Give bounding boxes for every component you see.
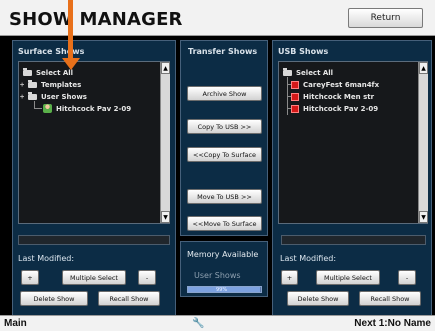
usb-info-bar bbox=[281, 235, 426, 245]
surface-info-bar bbox=[18, 235, 170, 245]
scroll-up-arrow-icon[interactable]: ▲ bbox=[161, 62, 170, 74]
user-show-icon bbox=[43, 104, 52, 113]
surface-recall-show-button[interactable]: Recall Show bbox=[98, 291, 160, 306]
usb-last-modified-label: Last Modified: bbox=[280, 254, 337, 263]
surface-remove-button[interactable]: - bbox=[138, 270, 156, 285]
scroll-down-arrow-icon[interactable]: ▼ bbox=[161, 211, 170, 223]
red-show-icon bbox=[291, 92, 299, 101]
next-scene-label: Next 1:No Name bbox=[354, 318, 431, 329]
folder-icon bbox=[23, 67, 32, 76]
usb-add-button[interactable]: + bbox=[281, 270, 298, 285]
folder-icon bbox=[28, 91, 37, 100]
usb-show-item[interactable]: Hitchcock Pav 2-09 bbox=[287, 103, 378, 114]
red-show-icon bbox=[291, 104, 299, 113]
expand-icon[interactable]: + bbox=[20, 81, 28, 89]
folder-icon bbox=[28, 79, 37, 88]
status-bar: Main 🔧 Next 1:No Name bbox=[0, 315, 435, 331]
usb-remove-button[interactable]: - bbox=[398, 270, 416, 285]
return-button[interactable]: Return bbox=[348, 8, 423, 28]
memory-available-label: Memory Available bbox=[187, 250, 259, 259]
current-scene-label: Main bbox=[4, 318, 27, 329]
move-to-surface-button[interactable]: <<Move To Surface bbox=[187, 216, 262, 231]
surface-templates-folder[interactable]: + Templates bbox=[20, 79, 81, 90]
red-show-icon bbox=[291, 80, 299, 89]
surface-shows-list[interactable]: Select All + Templates + User Shows Hitc… bbox=[18, 61, 170, 224]
surface-shows-panel: Surface Shows Select All + Templates + U… bbox=[12, 40, 176, 316]
copy-to-usb-button[interactable]: Copy To USB >> bbox=[187, 119, 262, 134]
usb-recall-show-button[interactable]: Recall Show bbox=[359, 291, 421, 306]
surface-user-shows-folder[interactable]: + User Shows bbox=[20, 91, 87, 102]
surface-shows-label: Surface Shows bbox=[18, 47, 85, 56]
usb-list-scrollbar[interactable]: ▲ ▼ bbox=[418, 62, 428, 223]
title-bar: SHOW MANAGER Return bbox=[0, 0, 435, 36]
tree-line bbox=[34, 108, 42, 109]
copy-to-surface-button[interactable]: <<Copy To Surface bbox=[187, 147, 262, 162]
usb-shows-list[interactable]: Select All CareyFest 6man4fx Hitchcock M… bbox=[278, 61, 428, 224]
usb-shows-panel: USB Shows Select All CareyFest 6man4fx H… bbox=[272, 40, 432, 316]
memory-percent-label: 99% bbox=[216, 287, 228, 293]
transfer-shows-label: Transfer Shows bbox=[188, 47, 258, 56]
annotation-arrow-shaft bbox=[68, 0, 73, 60]
usb-show-item[interactable]: CareyFest 6man4fx bbox=[287, 79, 379, 90]
surface-list-scrollbar[interactable]: ▲ ▼ bbox=[160, 62, 170, 223]
expand-icon[interactable]: + bbox=[20, 93, 28, 101]
scroll-up-arrow-icon[interactable]: ▲ bbox=[419, 62, 428, 74]
screwdriver-icon: 🔧 bbox=[192, 318, 205, 329]
surface-multiple-select-button[interactable]: Multiple Select bbox=[62, 270, 126, 285]
folder-icon bbox=[283, 67, 292, 76]
transfer-shows-panel: Transfer Shows Archive Show Copy To USB … bbox=[180, 40, 268, 236]
surface-last-modified-label: Last Modified: bbox=[18, 254, 75, 263]
surface-show-item[interactable]: Hitchcock Pav 2-09 bbox=[43, 103, 131, 114]
usb-show-item[interactable]: Hitchcock Men str bbox=[287, 91, 374, 102]
move-to-usb-button[interactable]: Move To USB >> bbox=[187, 189, 262, 204]
usb-delete-show-button[interactable]: Delete Show bbox=[287, 291, 349, 306]
archive-show-button[interactable]: Archive Show bbox=[187, 86, 262, 101]
usb-multiple-select-button[interactable]: Multiple Select bbox=[316, 270, 380, 285]
page-title: SHOW MANAGER bbox=[9, 9, 183, 30]
annotation-arrow-head-icon bbox=[62, 58, 80, 70]
surface-add-button[interactable]: + bbox=[21, 270, 39, 285]
scroll-down-arrow-icon[interactable]: ▼ bbox=[419, 211, 428, 223]
surface-delete-show-button[interactable]: Delete Show bbox=[20, 291, 88, 306]
usb-select-all[interactable]: Select All bbox=[283, 67, 333, 78]
usb-shows-label: USB Shows bbox=[278, 47, 329, 56]
memory-type-label: User Shows bbox=[194, 271, 241, 280]
memory-panel: Memory Available User Shows 99% bbox=[180, 241, 268, 297]
